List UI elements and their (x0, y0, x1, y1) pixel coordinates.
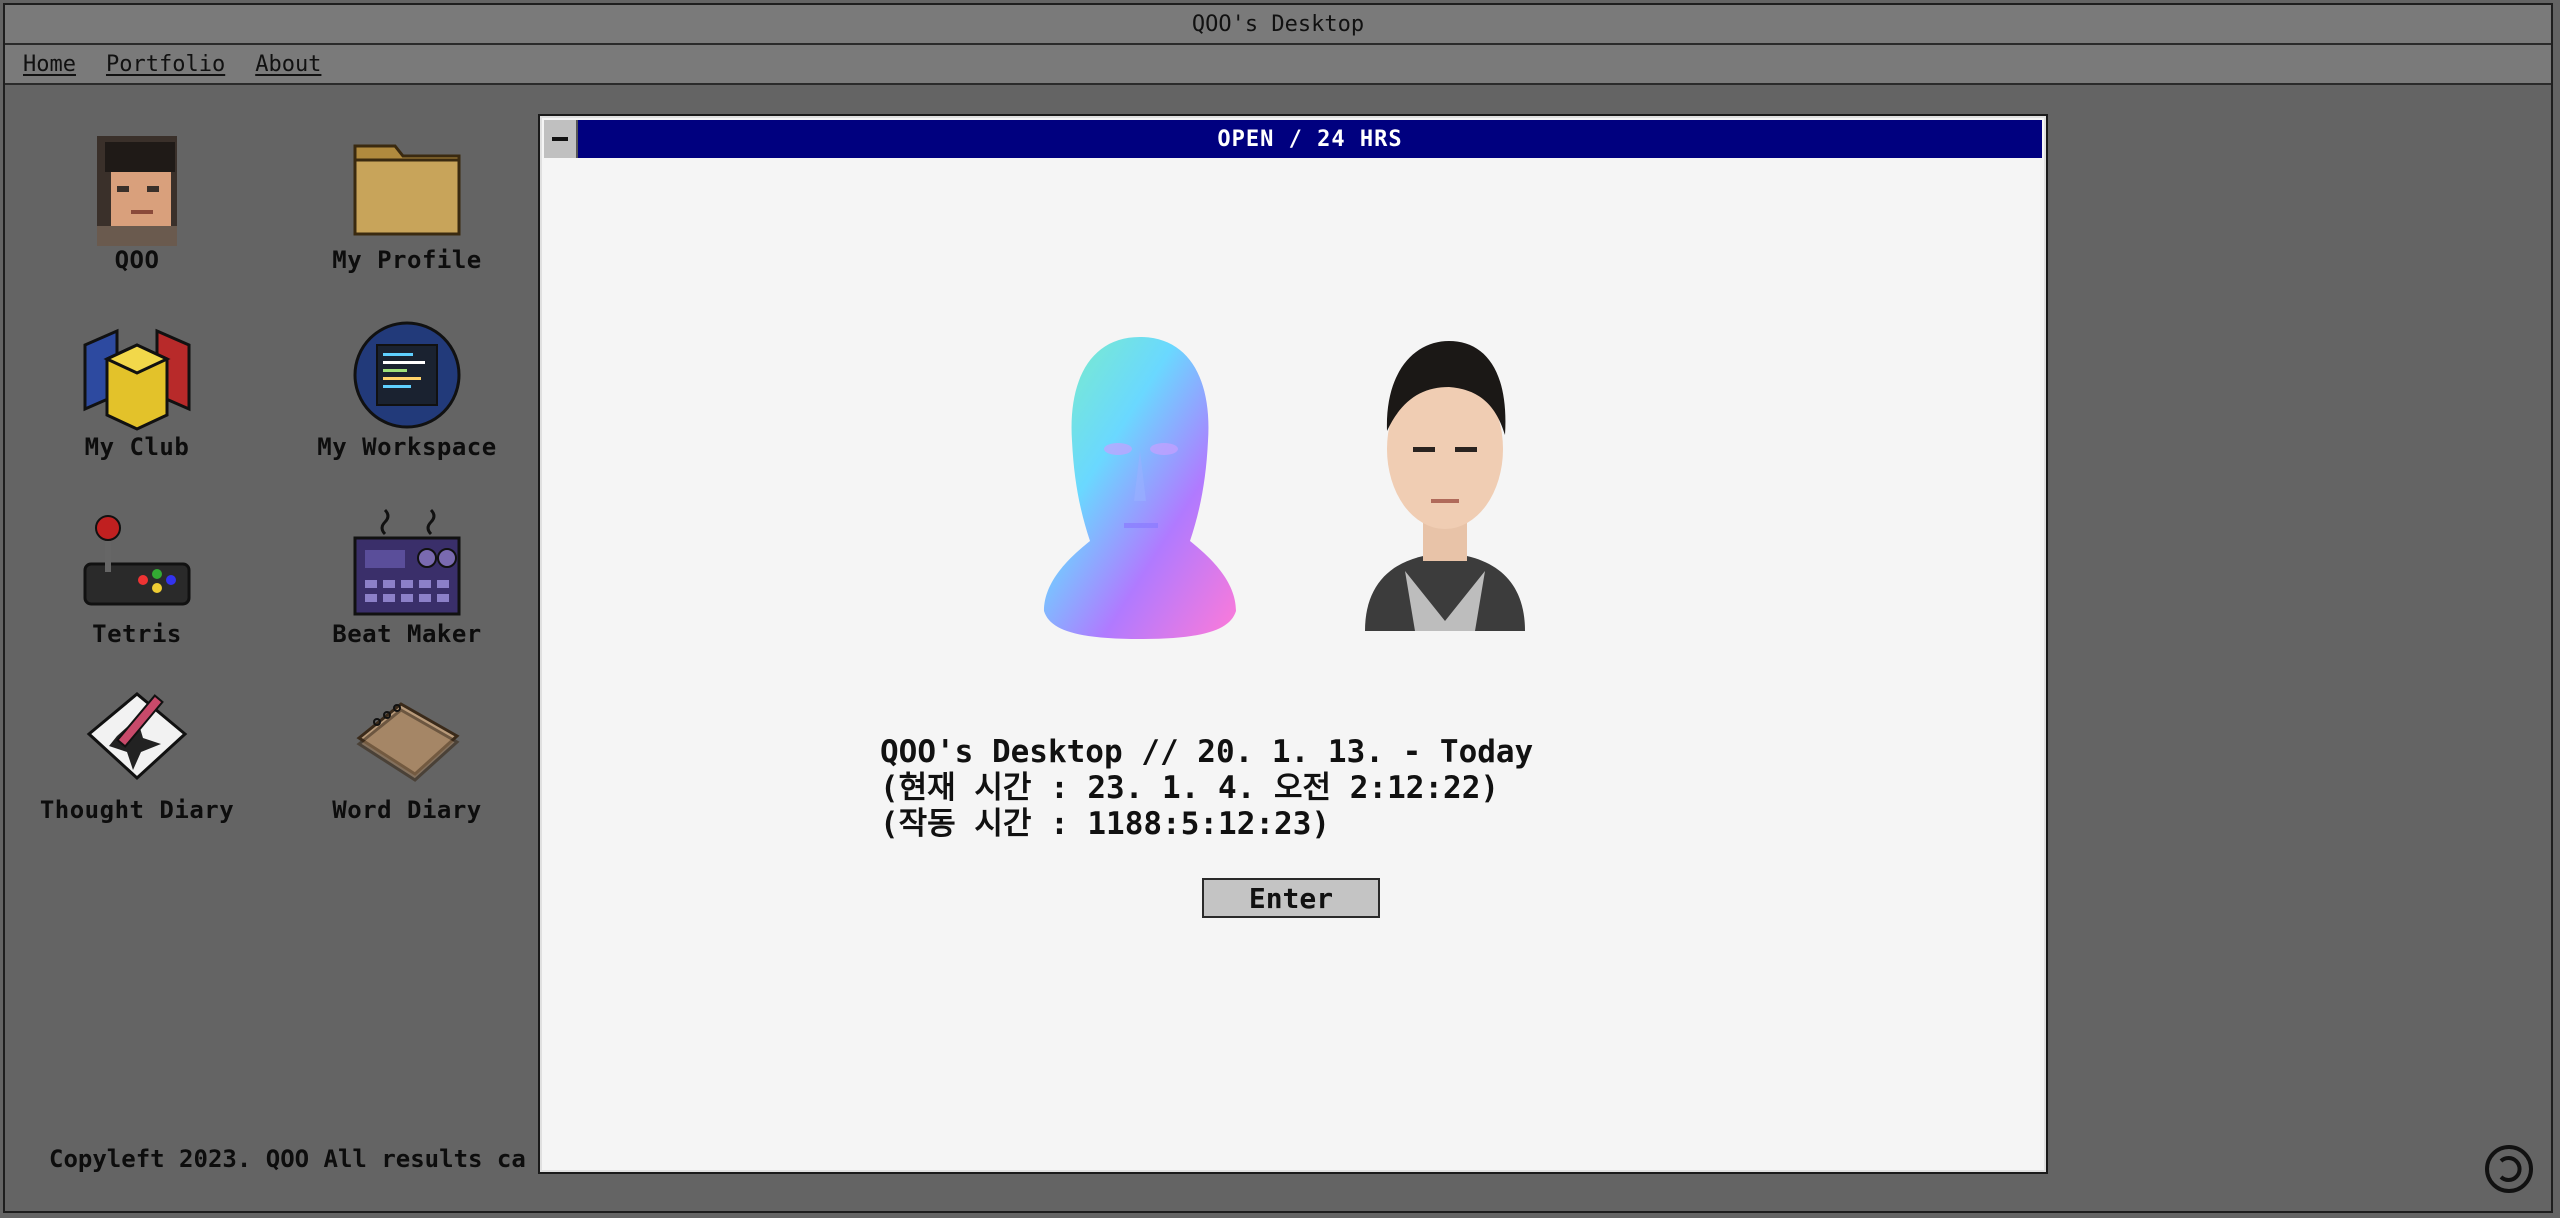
desktop-icon-label: Beat Maker (332, 620, 482, 648)
monitor-icon (353, 321, 461, 429)
desktop-icon-label: QOO (114, 246, 160, 274)
avatar-icon (97, 136, 177, 246)
desktop-icon-thought-diary[interactable]: Thought Diary (7, 678, 267, 848)
app-title: QOO's Desktop (1191, 11, 1365, 37)
menu-home[interactable]: Home (23, 52, 76, 77)
desktop-icon-label: My Club (84, 433, 190, 461)
info-line-title: QOO's Desktop // 20. 1. 13. - Today (880, 734, 1534, 770)
notebook-icon (356, 702, 460, 782)
blocks-icon (83, 328, 191, 431)
desktop-icon-tetris[interactable]: Tetris (7, 502, 267, 672)
desktop-icon-label: Tetris (92, 620, 182, 648)
desktop-icon-word-diary[interactable]: Word Diary (277, 678, 537, 848)
desktop-icon-label: My Workspace (317, 433, 497, 461)
info-line-current-time: (현재 시간 : 23. 1. 4. 오전 2:12:22) (880, 770, 1500, 806)
enter-button[interactable]: Enter (1202, 878, 1380, 918)
desktop-icon-label: Word Diary (332, 796, 482, 824)
info-block: QOO's Desktop // 20. 1. 13. - Today (현재 … (880, 734, 1533, 842)
menu-portfolio[interactable]: Portfolio (106, 52, 225, 77)
portrait-photo-image (1365, 341, 1525, 631)
desktop-icon-label: My Profile (332, 246, 482, 274)
desktop-icon-my-club[interactable]: My Club (7, 315, 267, 485)
desktop-icon-my-profile[interactable]: My Profile (277, 128, 537, 298)
menu-about[interactable]: About (255, 52, 321, 77)
pen-paper-icon (86, 692, 188, 781)
window-title: OPEN / 24 HRS (578, 120, 2042, 158)
copyleft-icon[interactable] (2483, 1143, 2535, 1195)
folder-icon (353, 144, 461, 236)
window-minimize-button[interactable] (544, 120, 578, 158)
minimize-icon (552, 137, 568, 141)
joystick-icon (83, 515, 191, 606)
desktop-icon-label: Thought Diary (39, 796, 235, 824)
menu-bar: Home Portfolio About (5, 45, 2551, 85)
app-title-bar: QOO's Desktop (5, 5, 2551, 45)
info-line-uptime: (작동 시간 : 1188:5:12:23) (880, 806, 1331, 842)
desktop-frame: QOO's Desktop Home Portfolio About QOO M… (3, 3, 2553, 1213)
intro-window: OPEN / 24 HRS QOO's Desktop // 20. 1. 13… (538, 114, 2048, 1174)
copyright-text: Copyleft 2023. QOO All results ca (49, 1145, 526, 1173)
3d-head-model-image (1044, 337, 1236, 639)
desktop-icon-beat-maker[interactable]: Beat Maker (277, 502, 537, 672)
desktop-icon-qoo[interactable]: QOO (7, 128, 267, 298)
desktop-icon-my-workspace[interactable]: My Workspace (277, 315, 537, 485)
beat-machine-icon (353, 508, 461, 616)
